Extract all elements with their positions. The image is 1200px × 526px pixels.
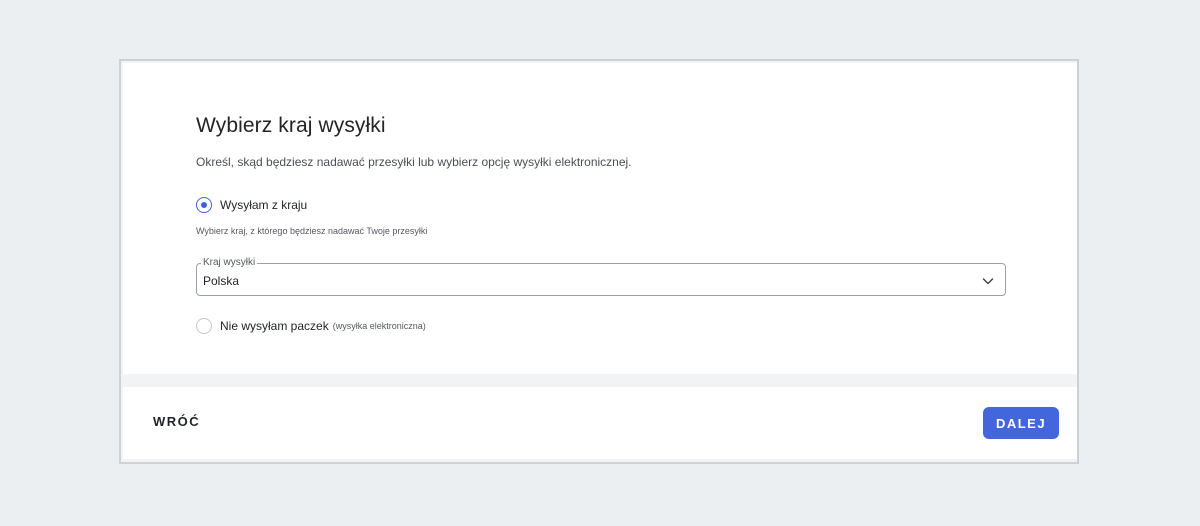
option-domestic-label: Wysyłam z kraju [220,198,308,212]
next-button[interactable]: DALEJ [983,407,1059,439]
option-domestic-hint: Wybierz kraj, z którego będziesz nadawać… [196,226,428,236]
radio-electronic[interactable] [196,318,212,334]
dialog-content: Wybierz kraj wysyłki Określ, skąd będzie… [123,63,1077,374]
country-select[interactable]: Kraj wysyłki Polska [196,257,1006,296]
dialog-title: Wybierz kraj wysyłki [196,114,386,137]
option-electronic-label: Nie wysyłam paczek [220,319,329,333]
chevron-down-icon [982,278,994,285]
country-select-value: Polska [203,274,240,288]
country-select-label: Kraj wysyłki [201,257,258,269]
option-electronic[interactable]: Nie wysyłam paczek (wysyłka elektroniczn… [196,318,426,334]
dialog-subtitle: Określ, skąd będziesz nadawać przesyłki … [196,155,632,169]
option-domestic[interactable]: Wysyłam z kraju [196,197,307,213]
shipping-country-dialog: Wybierz kraj wysyłki Określ, skąd będzie… [119,59,1079,464]
option-electronic-note: (wysyłka elektroniczna) [332,321,426,331]
dialog-footer: WRÓĆ DALEJ [123,387,1077,459]
radio-domestic[interactable] [196,197,212,213]
back-button[interactable]: WRÓĆ [153,414,200,429]
